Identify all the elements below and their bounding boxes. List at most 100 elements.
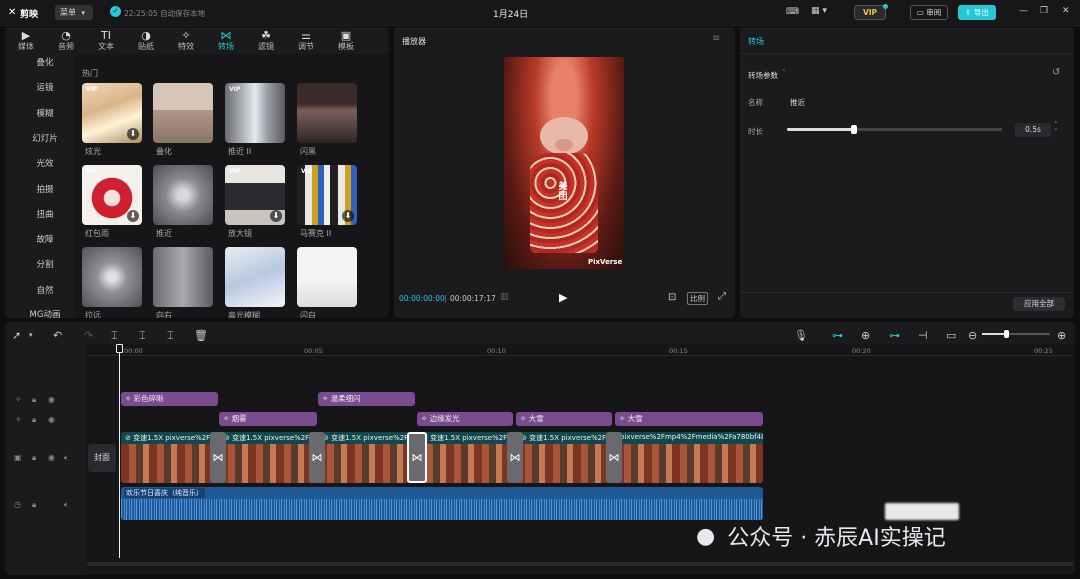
category-item[interactable]: 拍摄 (17, 183, 73, 195)
layout-icon[interactable]: ▦ ▾ (811, 6, 827, 16)
duration-slider[interactable] (787, 125, 1002, 134)
fit-icon[interactable]: ⊡ (668, 292, 676, 303)
effect-clip[interactable]: ✧ 边缘发光 (417, 412, 513, 426)
category-item[interactable]: 扭曲 (17, 208, 73, 220)
caption-icon[interactable]: ▭ (946, 329, 956, 342)
download-icon[interactable]: ⬇ (342, 210, 354, 222)
download-icon[interactable]: ⬇ (127, 128, 139, 140)
playhead-handle[interactable] (116, 344, 123, 353)
transition-marker[interactable]: ⋈ (407, 432, 427, 483)
auto-snap-icon[interactable]: ⊕ (861, 329, 870, 342)
menu-icon[interactable]: ≡ (712, 33, 720, 44)
tool-adjust[interactable]: ⚌ 调节 (288, 30, 324, 54)
ratio-button[interactable]: 比例 (687, 292, 708, 305)
vip-badge[interactable]: VIP (854, 5, 886, 20)
category-item[interactable]: 运镜 (17, 81, 73, 93)
playhead[interactable] (119, 346, 120, 558)
cover-button[interactable]: 封面 (88, 444, 116, 472)
transition-thumb[interactable] (153, 247, 213, 307)
effect-clip[interactable]: ✧ 温柔细闪 (318, 392, 415, 406)
category-item[interactable]: MG动画 (17, 308, 73, 318)
transition-thumb[interactable] (153, 83, 213, 143)
delete-icon[interactable]: 🗑 (194, 329, 208, 342)
tool-media[interactable]: ▶ 媒体 (8, 30, 44, 54)
lock-icon[interactable]: 🔒︎ (32, 415, 36, 425)
maximize-icon[interactable]: ❐ (1040, 6, 1048, 16)
video-clip[interactable]: ⊘ 变速1.5X pixverse%2F (220, 432, 316, 483)
transition-marker[interactable]: ⋈ (210, 432, 226, 483)
preview-axis-icon[interactable]: ⊣ (918, 329, 928, 342)
zoom-slider-knob[interactable] (1003, 330, 1009, 338)
effect-clip[interactable]: ✧ 彩色碎晰 (121, 392, 218, 406)
tool-sticker[interactable]: ◑ 贴纸 (128, 30, 164, 54)
select-tool-icon[interactable]: ➚ (12, 329, 21, 342)
redo-icon[interactable]: ↷ (84, 329, 93, 342)
transition-thumb[interactable]: VIP ⬇ (225, 165, 285, 225)
category-item[interactable]: 光效 (17, 157, 73, 169)
reset-icon[interactable]: ↺ (1052, 67, 1060, 78)
minimize-icon[interactable]: — (1019, 6, 1028, 16)
transition-thumb[interactable] (297, 247, 357, 307)
tool-template[interactable]: ▣ 模板 (328, 30, 364, 54)
split-left-icon[interactable]: ⌶ (139, 329, 146, 343)
video-clip[interactable]: ⊘ 变速1.5X pixverse%2F (418, 432, 514, 483)
duration-input[interactable]: 0.5s (1015, 123, 1051, 137)
transition-thumb[interactable] (82, 247, 142, 307)
category-item[interactable]: 模糊 (17, 107, 73, 119)
audio-clip[interactable]: 欢乐节日喜庆（纯音乐） (121, 487, 763, 520)
split-icon[interactable]: ⌶ (111, 329, 118, 343)
menu-button[interactable]: 菜单 ▾ (55, 5, 93, 20)
export-button[interactable]: ⇧ 导出 (958, 5, 996, 20)
category-item[interactable]: 自然 (17, 284, 73, 296)
main-track-link-icon[interactable]: ⊶ (832, 329, 843, 342)
category-item[interactable]: 叠化 (17, 56, 73, 68)
video-clip[interactable]: ⊘ 变速1.5X pixverse%2F (121, 432, 217, 483)
linkage-icon[interactable]: ⊶ (889, 329, 900, 342)
waveform-icon[interactable]: ▥ (500, 292, 509, 302)
transition-marker[interactable]: ⋈ (606, 432, 622, 483)
transition-thumb[interactable]: VIP ⬇ (82, 83, 142, 143)
transition-thumb[interactable] (225, 247, 285, 307)
video-clip[interactable]: pixverse%2Fmp4%2Fmedia%2Fa780bf4b (616, 432, 763, 483)
undo-icon[interactable]: ↶ (53, 329, 62, 342)
speaker-icon[interactable]: 🔈︎ (64, 453, 69, 463)
video-clip[interactable]: ⊘ 变速1.5X pixverse%2F (517, 432, 613, 483)
transition-thumb[interactable]: VIP (225, 83, 285, 143)
review-button[interactable]: ▭ 审阅 (910, 5, 948, 20)
fullscreen-icon[interactable]: ⤢ (718, 291, 726, 302)
zoom-slider[interactable] (982, 330, 1050, 338)
transition-thumb[interactable] (153, 165, 213, 225)
tool-audio[interactable]: ◔ 音频 (48, 30, 84, 54)
chevron-down-icon[interactable]: ▾ (29, 331, 33, 339)
inspector-tab[interactable]: 转场 (748, 36, 764, 47)
effect-clip[interactable]: ✧ 烟雾 (219, 412, 317, 426)
download-icon[interactable]: ⬇ (127, 210, 139, 222)
microphone-icon[interactable]: 🎙 (794, 329, 808, 342)
eye-icon[interactable]: ◉ (48, 453, 55, 462)
timeline-scrollbar[interactable] (87, 562, 1073, 566)
collapse-icon[interactable]: ˄ (782, 69, 786, 77)
close-icon[interactable]: ✕ (1062, 6, 1070, 16)
transition-thumb[interactable]: VIP ⬇ (82, 165, 142, 225)
tool-filter[interactable]: ☘ 滤镜 (248, 30, 284, 54)
tool-text[interactable]: TI 文本 (88, 30, 124, 54)
duration-slider-knob[interactable] (850, 125, 857, 134)
tool-effects[interactable]: ✧ 特效 (168, 30, 204, 54)
stepper-icon[interactable]: ˄ ˅ (1054, 122, 1058, 136)
eye-icon[interactable]: ◉ (48, 415, 55, 424)
transition-thumb[interactable] (297, 83, 357, 143)
speaker-icon[interactable]: 🔈︎ (64, 500, 69, 510)
effect-clip[interactable]: ✧ 大雪 (516, 412, 612, 426)
transition-marker[interactable]: ⋈ (507, 432, 523, 483)
lock-icon[interactable]: 🔒︎ (32, 500, 36, 510)
split-right-icon[interactable]: ⌶ (167, 329, 174, 343)
zoom-in-icon[interactable]: ⊕ (1057, 329, 1066, 342)
download-icon[interactable]: ⬇ (270, 210, 282, 222)
lock-icon[interactable]: 🔒︎ (32, 395, 36, 405)
play-icon[interactable]: ▶ (559, 291, 567, 304)
lock-icon[interactable]: 🔒︎ (32, 453, 36, 463)
category-item[interactable]: 分割 (17, 258, 73, 270)
effect-clip[interactable]: ✧ 大雪 (615, 412, 763, 426)
zoom-out-icon[interactable]: ⊖ (968, 329, 977, 342)
keyboard-icon[interactable]: ⌨ (786, 7, 799, 17)
